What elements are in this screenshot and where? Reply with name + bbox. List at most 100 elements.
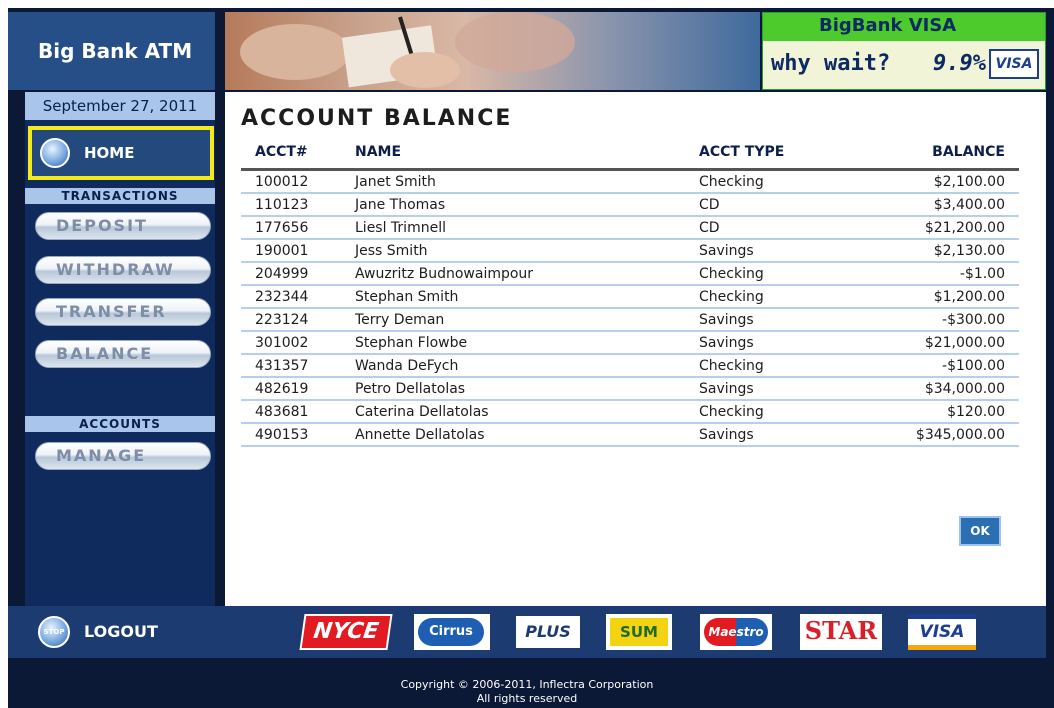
name-cell: Jess Smith xyxy=(355,243,428,259)
balance-cell: -$300.00 xyxy=(942,312,1005,328)
balance-cell: $21,200.00 xyxy=(924,220,1005,236)
acct-type-cell: Savings xyxy=(699,381,754,397)
accounts-section-label: ACCOUNTS xyxy=(25,416,215,432)
acct-cell: 190001 xyxy=(255,243,309,259)
home-button[interactable]: HOME xyxy=(28,126,214,180)
acct-cell: 110123 xyxy=(255,197,309,213)
column-header-name: NAME xyxy=(355,144,402,160)
nyce-logo: NYCE xyxy=(299,614,393,650)
star-logo: STAR xyxy=(800,614,882,650)
balance-cell: -$100.00 xyxy=(942,358,1005,374)
table-row: 490153 Annette Dellatolas Savings $345,000.… xyxy=(241,424,1019,447)
balance-cell: $2,100.00 xyxy=(933,174,1005,190)
balance-cell: $21,000.00 xyxy=(924,335,1005,351)
table-row: 431357 Wanda DeFych Checking -$100.00 xyxy=(241,355,1019,378)
manage-button[interactable]: MANAGE xyxy=(35,442,211,470)
name-cell: Annette Dellatolas xyxy=(355,427,485,443)
name-cell: Stephan Flowbe xyxy=(355,335,468,351)
acct-cell: 482619 xyxy=(255,381,309,397)
main-content: ACCOUNT BALANCE ACCT# NAME ACCT TYPE BAL… xyxy=(225,92,1046,606)
column-header-acct: ACCT# xyxy=(255,144,308,160)
table-row: 223124 Terry Deman Savings -$300.00 xyxy=(241,309,1019,332)
balance-cell: $3,400.00 xyxy=(933,197,1005,213)
balance-cell: $2,130.00 xyxy=(933,243,1005,259)
visa-card-icon: VISA xyxy=(989,49,1039,79)
acct-type-cell: Savings xyxy=(699,243,754,259)
acct-cell: 301002 xyxy=(255,335,309,351)
home-label: HOME xyxy=(84,144,135,162)
brand-panel: Big Bank ATM xyxy=(8,12,215,90)
visa-ad-brand: BigBank VISA xyxy=(819,15,957,36)
table-row: 301002 Stephan Flowbe Savings $21,000.00 xyxy=(241,332,1019,355)
acct-cell: 177656 xyxy=(255,220,309,236)
logout-button[interactable]: LOGOUT xyxy=(84,622,158,641)
balance-cell: $120.00 xyxy=(947,404,1005,420)
visa-ad-body: why wait? 9.9% VISA xyxy=(763,41,1045,89)
table-row: 483681 Caterina Dellatolas Checking $120.00 xyxy=(241,401,1019,424)
acct-cell: 223124 xyxy=(255,312,309,328)
balance-cell: -$1.00 xyxy=(959,266,1005,282)
copyright-text: Copyright © 2006-2011, Inflectra Corpora… xyxy=(400,678,654,691)
balance-cell: $345,000.00 xyxy=(915,427,1005,443)
home-icon xyxy=(40,138,70,168)
name-cell: Liesl Trimnell xyxy=(355,220,446,236)
table-row: 190001 Jess Smith Savings $2,130.00 xyxy=(241,240,1019,263)
header-photo-art xyxy=(240,12,575,88)
maestro-logo: Maestro xyxy=(700,614,772,650)
name-cell: Petro Dellatolas xyxy=(355,381,466,397)
acct-cell: 100012 xyxy=(255,174,309,190)
current-date: September 27, 2011 xyxy=(25,92,215,120)
withdraw-button[interactable]: WITHDRAW xyxy=(35,256,211,284)
column-header-type: ACCT TYPE xyxy=(699,144,785,160)
app-title: Big Bank ATM xyxy=(38,39,193,63)
table-row: 110123 Jane Thomas CD $3,400.00 xyxy=(241,194,1019,217)
sum-logo-text: SUM xyxy=(610,618,668,646)
acct-type-cell: Savings xyxy=(699,427,754,443)
stop-icon[interactable]: STOP xyxy=(38,616,70,648)
transactions-section-label: TRANSACTIONS xyxy=(25,188,215,204)
cirrus-logo-text: Cirrus xyxy=(418,618,484,646)
visa-advertisement[interactable]: BigBank VISA why wait? 9.9% VISA xyxy=(762,12,1046,90)
visa-ad-tagline: why wait? xyxy=(771,51,891,76)
name-cell: Caterina Dellatolas xyxy=(355,404,489,420)
acct-type-cell: CD xyxy=(699,197,720,213)
transfer-button[interactable]: TRANSFER xyxy=(35,298,211,326)
table-row: 204999 Awuzritz Budnowaimpour Checking -$1.… xyxy=(241,263,1019,286)
acct-cell: 232344 xyxy=(255,289,309,305)
acct-type-cell: Checking xyxy=(699,404,764,420)
table-row: 177656 Liesl Trimnell CD $21,200.00 xyxy=(241,217,1019,240)
acct-cell: 483681 xyxy=(255,404,309,420)
acct-type-cell: Checking xyxy=(699,358,764,374)
acct-cell: 204999 xyxy=(255,266,309,282)
balance-cell: $1,200.00 xyxy=(933,289,1005,305)
name-cell: Wanda DeFych xyxy=(355,358,459,374)
name-cell: Terry Deman xyxy=(355,312,445,328)
name-cell: Awuzritz Budnowaimpour xyxy=(355,266,534,282)
name-cell: Janet Smith xyxy=(355,174,436,190)
table-row: 232344 Stephan Smith Checking $1,200.00 xyxy=(241,286,1019,309)
ok-button[interactable]: OK xyxy=(959,516,1001,546)
column-header-balance: BALANCE xyxy=(932,144,1005,160)
table-row: 482619 Petro Dellatolas Savings $34,000.00 xyxy=(241,378,1019,401)
rights-text: All rights reserved xyxy=(476,692,578,705)
cirrus-logo: Cirrus xyxy=(414,614,490,650)
acct-type-cell: Checking xyxy=(699,289,764,305)
table-row: 100012 Janet Smith Checking $2,100.00 xyxy=(241,171,1019,194)
acct-cell: 431357 xyxy=(255,358,309,374)
balance-button[interactable]: BALANCE xyxy=(35,340,211,368)
acct-cell: 490153 xyxy=(255,427,309,443)
maestro-logo-text: Maestro xyxy=(704,618,768,646)
visa-ad-brand-bar: BigBank VISA xyxy=(763,13,1045,41)
acct-type-cell: Checking xyxy=(699,174,764,190)
page-title: ACCOUNT BALANCE xyxy=(241,106,513,131)
acct-type-cell: CD xyxy=(699,220,720,236)
balance-cell: $34,000.00 xyxy=(924,381,1005,397)
name-cell: Jane Thomas xyxy=(355,197,446,213)
name-cell: Stephan Smith xyxy=(355,289,459,305)
visa-ad-rate: 9.9% xyxy=(933,51,986,76)
header-photo xyxy=(225,12,760,90)
acct-type-cell: Checking xyxy=(699,266,764,282)
deposit-button[interactable]: DEPOSIT xyxy=(35,212,211,240)
sum-logo: SUM xyxy=(606,614,672,650)
acct-type-cell: Savings xyxy=(699,335,754,351)
